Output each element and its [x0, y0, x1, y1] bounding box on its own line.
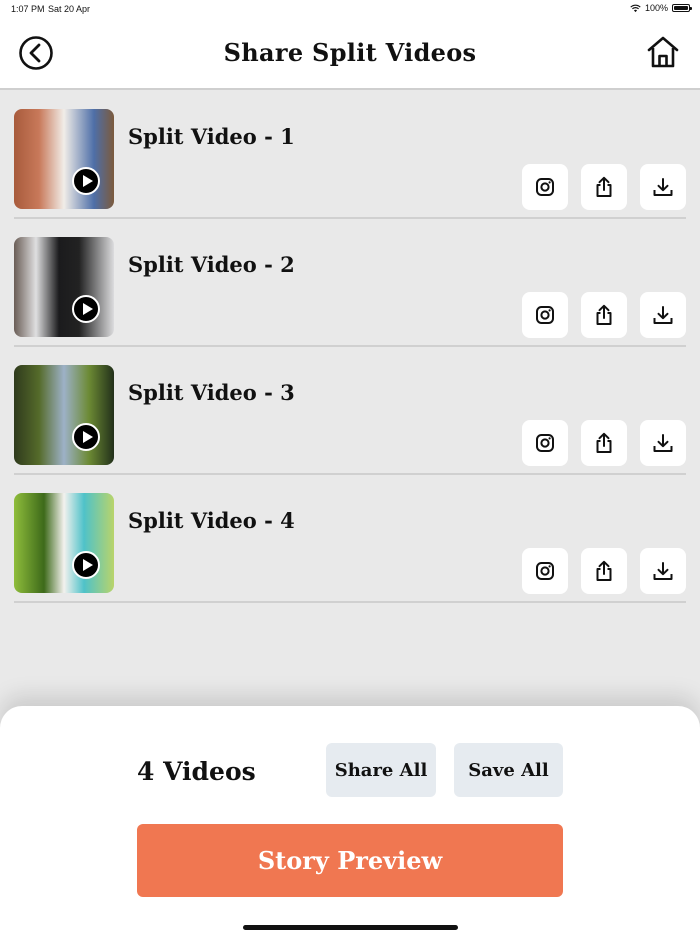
header: Share Split Videos [0, 18, 700, 90]
video-title: Split Video - 3 [128, 380, 295, 405]
video-row: Split Video - 3 [14, 347, 686, 475]
share-icon [596, 304, 612, 325]
share-all-button[interactable]: Share All [326, 743, 436, 797]
instagram-icon [536, 306, 554, 324]
play-icon[interactable] [72, 423, 100, 451]
save-all-button[interactable]: Save All [454, 743, 563, 797]
download-icon [653, 178, 673, 196]
story-preview-button[interactable]: Story Preview [137, 824, 563, 897]
home-indicator [243, 925, 458, 930]
video-title: Split Video - 4 [128, 508, 295, 533]
video-actions [522, 420, 686, 466]
share-button[interactable] [581, 548, 627, 594]
download-icon [653, 306, 673, 324]
video-title: Split Video - 2 [128, 252, 295, 277]
wifi-icon [630, 4, 641, 12]
download-icon [653, 562, 673, 580]
play-icon[interactable] [72, 551, 100, 579]
video-title: Split Video - 1 [128, 124, 295, 149]
download-button[interactable] [640, 292, 686, 338]
instagram-button[interactable] [522, 548, 568, 594]
share-icon [596, 432, 612, 453]
share-button[interactable] [581, 420, 627, 466]
video-row: Split Video - 2 [14, 219, 686, 347]
download-icon [653, 434, 673, 452]
status-date: Sat 20 Apr [48, 4, 91, 14]
video-actions [522, 548, 686, 594]
status-time: 1:07 PM [11, 4, 45, 14]
video-actions [522, 292, 686, 338]
instagram-icon [536, 434, 554, 452]
page-title: Share Split Videos [223, 38, 477, 67]
download-button[interactable] [640, 420, 686, 466]
share-icon [596, 560, 612, 581]
play-icon[interactable] [72, 167, 100, 195]
instagram-button[interactable] [522, 292, 568, 338]
video-row: Split Video - 4 [14, 475, 686, 603]
play-icon[interactable] [72, 295, 100, 323]
video-thumbnail[interactable] [14, 109, 114, 209]
download-button[interactable] [640, 548, 686, 594]
video-thumbnail[interactable] [14, 493, 114, 593]
video-row: Split Video - 1 [14, 91, 686, 219]
status-bar: 1:07 PM Sat 20 Apr 100% [0, 0, 700, 18]
home-icon[interactable] [646, 35, 680, 69]
video-list: Split Video - 1 Split Video - 2 Split Vi… [14, 91, 686, 603]
battery-icon [672, 4, 692, 12]
instagram-icon [536, 562, 554, 580]
bottom-sheet: 4 Videos Share All Save All Story Previe… [0, 706, 700, 934]
video-count: 4 Videos [137, 757, 256, 786]
instagram-button[interactable] [522, 164, 568, 210]
share-button[interactable] [581, 164, 627, 210]
share-button[interactable] [581, 292, 627, 338]
instagram-icon [536, 178, 554, 196]
download-button[interactable] [640, 164, 686, 210]
battery-percent: 100% [644, 3, 668, 13]
instagram-button[interactable] [522, 420, 568, 466]
video-thumbnail[interactable] [14, 365, 114, 465]
video-thumbnail[interactable] [14, 237, 114, 337]
status-right: 100% [630, 3, 692, 13]
share-icon [596, 176, 612, 197]
video-actions [522, 164, 686, 210]
